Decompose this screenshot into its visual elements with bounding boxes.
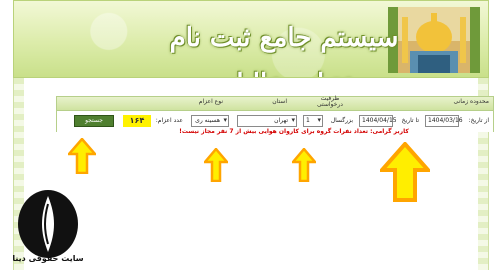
search-panel: محدوده زمانی ظرفیت درخواستی استان نوع اع… [56, 96, 494, 132]
system-title: سیستم جامع ثبت نام عتبات عالیات [169, 23, 399, 77]
to-date-label: تا تاریخ [401, 117, 419, 124]
header-province: استان [272, 98, 287, 105]
pointer-arrow-icon [68, 138, 96, 174]
adult-label: بزرگسال [330, 117, 353, 124]
header-dispatch-type: نوع اعزام [198, 98, 223, 105]
panel-header: محدوده زمانی ظرفیت درخواستی استان نوع اع… [57, 95, 493, 111]
dispatch-type-select[interactable]: هسینه ری [191, 115, 229, 127]
pointer-arrow-icon [292, 148, 316, 182]
to-date-input[interactable]: 1404/04/15 [359, 115, 397, 127]
header-capacity: ظرفیت درخواستی [317, 95, 343, 108]
from-date-input[interactable]: 1404/03/16 [425, 115, 463, 127]
result-count-label: عدد اعزام: [155, 117, 183, 124]
province-select[interactable]: تهران [237, 115, 297, 127]
group-size-warning: کاربر گرامی: تعداد نفرات گروه برای کاروا… [179, 128, 409, 135]
search-button[interactable]: جستجو [74, 115, 114, 127]
pointer-arrow-icon [204, 148, 228, 182]
adult-count-select[interactable]: 1 [303, 115, 323, 127]
pointer-arrow-icon [380, 142, 430, 202]
header-banner: سیستم جامع ثبت نام عتبات عالیات [13, 0, 489, 78]
header-date-range: محدوده زمانی [453, 98, 489, 105]
from-date-label: از تاریخ: [468, 117, 489, 124]
logo-caption: سایت حقوقی دینا [12, 254, 84, 263]
result-count-badge: ۱۶۴ [123, 115, 151, 127]
